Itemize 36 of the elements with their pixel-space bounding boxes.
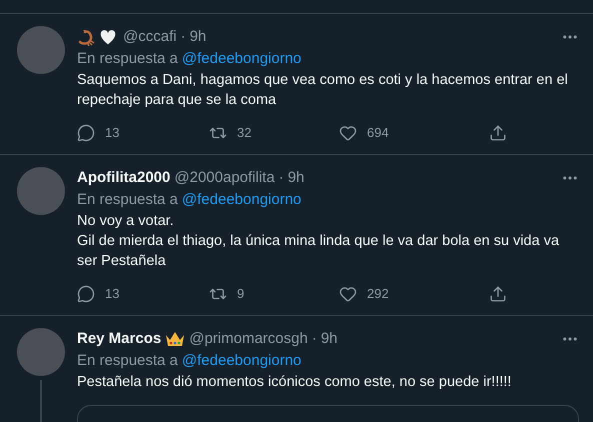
separator-dot: · — [312, 328, 317, 349]
action-count: 9 — [237, 285, 244, 304]
tweet-time[interactable]: 9h — [288, 166, 304, 190]
reply-label: En respuesta a — [77, 190, 178, 210]
action-count: 694 — [367, 124, 389, 142]
tweet-text: Pestañela nos dió momentos icónicos como este, no se puede ir!!!!! — [77, 373, 512, 392]
like-icon[interactable] — [339, 285, 357, 303]
mention-link[interactable]: @fedeebongiorno — [182, 48, 302, 70]
mention-link[interactable]: @fedeebongiorno — [182, 188, 302, 212]
action-count: 32 — [237, 124, 252, 142]
tweet-text: Saquemos a Dani, hagamos que vea como es coti y la hacemos entrar en el repechaje para que se la coma — [77, 71, 569, 110]
action-count: 292 — [367, 285, 389, 304]
tweet-time[interactable]: 9h — [320, 328, 338, 350]
user-handle[interactable]: @cccafi — [123, 26, 177, 48]
user-handle[interactable]: @primomarcosgh — [189, 328, 308, 350]
share-icon[interactable] — [489, 285, 507, 303]
display-name[interactable]: Rey Marcos — [77, 328, 162, 350]
scorpion-icon — [77, 28, 97, 46]
action-count: 13 — [105, 124, 120, 142]
tweet-text: Gil de mierda el thiago, la única mina linda que le va dar bola en su vida va ser Pestañela — [77, 232, 560, 271]
separator-dot: · — [278, 168, 284, 188]
action-count: 13 — [105, 285, 120, 304]
tweet-time[interactable]: 9h — [190, 26, 206, 48]
display-name[interactable]: Apofilita2000 — [77, 166, 170, 190]
tweet-text: No voy a votar. — [77, 212, 175, 231]
heart-icon — [99, 29, 117, 45]
share-icon[interactable] — [489, 124, 507, 142]
mention-link[interactable]: @fedeebongiorno — [182, 350, 302, 372]
separator-dot: · — [180, 26, 186, 47]
like-icon[interactable] — [339, 124, 357, 142]
crown-icon — [165, 331, 186, 347]
user-handle[interactable]: @2000apofilita — [174, 166, 275, 190]
reply-label: En respuesta a — [77, 350, 178, 371]
reply-label: En respuesta a — [77, 48, 178, 69]
reply-icon[interactable] — [77, 124, 95, 142]
reply-icon[interactable] — [77, 285, 95, 303]
